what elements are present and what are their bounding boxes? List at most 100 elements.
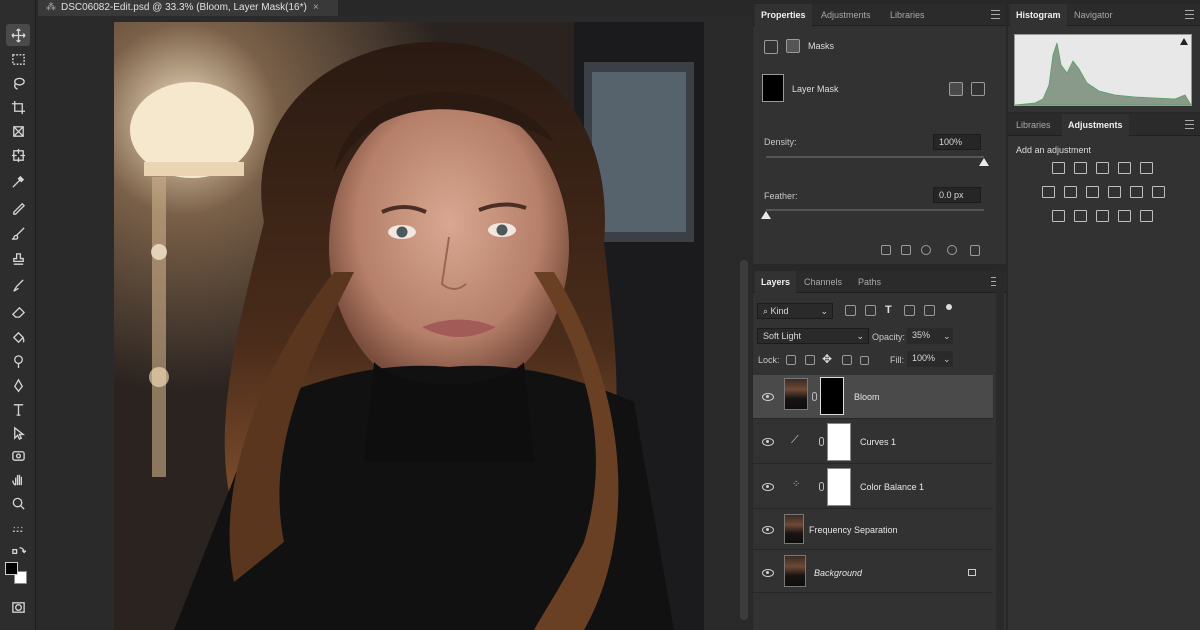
layer-mask-thumbnail[interactable]: [827, 468, 851, 506]
filter-kind-select[interactable]: ⌕ Kind ⌄: [757, 303, 833, 319]
layer-name[interactable]: Color Balance 1: [860, 482, 924, 492]
layer-row-bloom[interactable]: Bloom: [753, 375, 993, 419]
levels-icon[interactable]: [1074, 162, 1087, 174]
black-white-icon[interactable]: [1086, 186, 1099, 198]
layer-row-background[interactable]: Background: [753, 551, 993, 593]
clipping-warning-icon[interactable]: [1180, 38, 1188, 45]
feather-slider[interactable]: [766, 209, 984, 211]
curves-icon[interactable]: [1096, 162, 1109, 174]
apply-mask-icon[interactable]: [971, 82, 985, 96]
visibility-eye-icon[interactable]: [762, 569, 774, 577]
vibrance-icon[interactable]: [1140, 162, 1153, 174]
filter-shape-icon[interactable]: [904, 305, 915, 316]
selective-color-icon[interactable]: [1140, 210, 1153, 222]
layer-name[interactable]: Background: [814, 568, 862, 578]
histogram-menu-icon[interactable]: [1185, 10, 1194, 19]
tab-histogram[interactable]: Histogram: [1010, 4, 1067, 26]
layers-scrollbar[interactable]: [996, 271, 1004, 630]
quick-mask-icon[interactable]: [6, 596, 30, 618]
adjustments-menu-icon[interactable]: [1185, 120, 1194, 129]
crosshair-tool-icon[interactable]: [6, 144, 30, 166]
layer-row-color-balance[interactable]: ⁘ Color Balance 1: [753, 465, 993, 509]
more-tools-icon[interactable]: [6, 516, 30, 538]
tab-paths[interactable]: Paths: [852, 271, 887, 293]
apply-mask-bottom-icon[interactable]: [901, 245, 911, 255]
visibility-eye-icon[interactable]: [762, 483, 774, 491]
history-brush-tool-icon[interactable]: [6, 274, 30, 296]
frame-tool-icon[interactable]: [6, 120, 30, 142]
bucket-tool-icon[interactable]: [6, 326, 30, 348]
density-slider[interactable]: [766, 156, 984, 158]
exposure-icon[interactable]: [1118, 162, 1131, 174]
filter-adjustment-icon[interactable]: [865, 305, 876, 316]
tab-adjustments[interactable]: Adjustments: [815, 4, 877, 26]
color-balance-icon[interactable]: [1064, 186, 1077, 198]
tab-layers[interactable]: Layers: [755, 271, 797, 293]
chevron-down-icon[interactable]: ⌄: [943, 331, 951, 342]
density-slider-thumb[interactable]: [979, 158, 989, 166]
zoom-tool-icon[interactable]: [6, 492, 30, 514]
type-tool-icon[interactable]: [6, 398, 30, 420]
feather-field[interactable]: 0.0 px: [933, 187, 981, 203]
color-lookup-icon[interactable]: [1152, 186, 1165, 198]
hue-saturation-icon[interactable]: [1042, 186, 1055, 198]
tab-channels[interactable]: Channels: [798, 271, 848, 293]
mask-link-icon[interactable]: [812, 392, 817, 401]
gradient-map-icon[interactable]: [1118, 210, 1131, 222]
view-mask-icon[interactable]: [947, 245, 957, 255]
close-icon[interactable]: ×: [313, 2, 319, 13]
vector-mask-icon[interactable]: [786, 39, 800, 53]
lasso-tool-icon[interactable]: [6, 72, 30, 94]
pen-tool-icon[interactable]: [6, 374, 30, 396]
foreground-color-swatch[interactable]: [5, 562, 18, 575]
density-field[interactable]: 100%: [933, 134, 981, 150]
clone-stamp-tool-icon[interactable]: [6, 248, 30, 270]
photo-filter-icon[interactable]: [1108, 186, 1121, 198]
panel-menu-icon[interactable]: [991, 10, 1000, 19]
canvas-vertical-scrollbar[interactable]: [740, 260, 748, 620]
layer-name[interactable]: Bloom: [854, 392, 880, 402]
filter-pixel-icon[interactable]: [845, 305, 856, 316]
document-tab[interactable]: ⁂ DSC06082-Edit.psd @ 33.3% (Bloom, Layer…: [38, 0, 338, 16]
lock-position-icon[interactable]: ✥: [822, 352, 832, 366]
healing-brush-tool-icon[interactable]: [6, 196, 30, 218]
tab-libraries-right[interactable]: Libraries: [1010, 114, 1057, 136]
path-selection-tool-icon[interactable]: [6, 422, 30, 444]
layer-mask-thumbnail[interactable]: [820, 377, 844, 415]
eraser-tool-icon[interactable]: [6, 300, 30, 322]
tab-navigator[interactable]: Navigator: [1068, 4, 1119, 26]
add-mask-icon[interactable]: [949, 82, 963, 96]
visibility-eye-icon[interactable]: [762, 438, 774, 446]
tab-properties[interactable]: Properties: [755, 4, 812, 26]
enable-mask-icon[interactable]: [921, 245, 931, 255]
layer-name[interactable]: Frequency Separation: [809, 525, 898, 535]
lock-transparent-icon[interactable]: [786, 355, 796, 365]
lock-image-icon[interactable]: [805, 355, 815, 365]
chevron-down-icon[interactable]: ⌄: [943, 354, 951, 365]
visibility-eye-icon[interactable]: [762, 526, 774, 534]
lock-artboard-icon[interactable]: [842, 355, 852, 365]
delete-mask-icon[interactable]: [970, 245, 980, 256]
layer-row-curves[interactable]: ⟋ Curves 1: [753, 420, 993, 464]
filter-smart-object-icon[interactable]: [924, 305, 935, 316]
visibility-eye-icon[interactable]: [762, 393, 774, 401]
crop-tool-icon[interactable]: [6, 96, 30, 118]
hand-tool-icon[interactable]: [6, 468, 30, 490]
mask-link-icon[interactable]: [819, 482, 824, 491]
tab-libraries[interactable]: Libraries: [884, 4, 931, 26]
selection-from-mask-icon[interactable]: [881, 245, 891, 255]
brightness-contrast-icon[interactable]: [1052, 162, 1065, 174]
move-tool-icon[interactable]: [6, 24, 30, 46]
channel-mixer-icon[interactable]: [1130, 186, 1143, 198]
dodge-tool-icon[interactable]: [6, 350, 30, 372]
filter-type-icon[interactable]: T: [885, 304, 892, 316]
shape-tool-icon[interactable]: [6, 444, 30, 466]
invert-icon[interactable]: [1052, 210, 1065, 222]
marquee-tool-icon[interactable]: [6, 48, 30, 70]
tab-adjustments-right[interactable]: Adjustments: [1062, 114, 1129, 136]
layer-name[interactable]: Curves 1: [860, 437, 896, 447]
swap-colors-icon[interactable]: [6, 540, 30, 562]
document-canvas-image[interactable]: [114, 22, 704, 630]
lock-all-icon[interactable]: [860, 356, 869, 365]
eyedropper-tool-icon[interactable]: [6, 170, 30, 192]
